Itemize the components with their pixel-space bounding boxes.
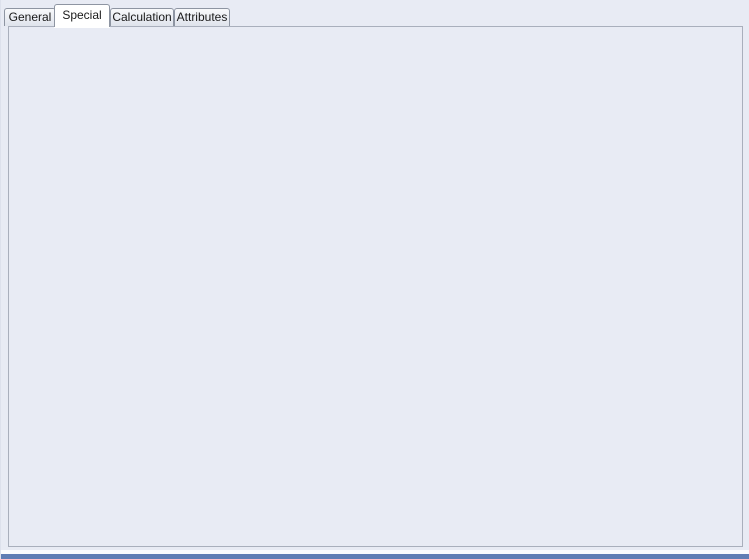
tab-calculation[interactable]: Calculation	[110, 8, 174, 26]
tab-special[interactable]: Special	[54, 4, 110, 27]
tab-attributes[interactable]: Attributes	[174, 8, 230, 26]
machine-properties-window: General Special Calculation Attributes A…	[0, 0, 749, 559]
tab-page-special	[8, 26, 743, 547]
bottom-accent-strip	[1, 554, 749, 559]
tab-general[interactable]: General	[4, 8, 56, 26]
